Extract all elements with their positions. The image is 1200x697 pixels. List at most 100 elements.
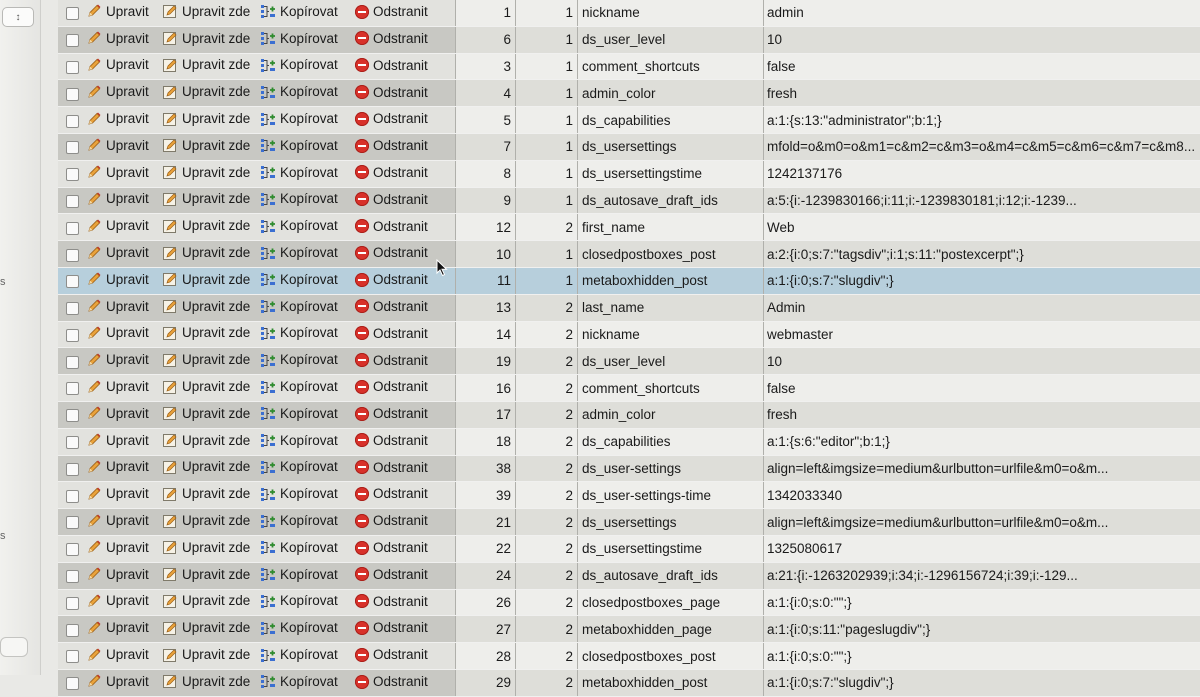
edit-button[interactable]: Upravit — [86, 57, 149, 73]
edit-button[interactable]: Upravit — [86, 218, 149, 234]
edit-button[interactable]: Upravit — [86, 271, 149, 287]
delete-button[interactable]: Odstranit — [355, 540, 428, 555]
edit-button[interactable]: Upravit — [86, 298, 149, 314]
copy-button[interactable]: Kopírovat — [260, 298, 338, 314]
delete-button[interactable]: Odstranit — [355, 647, 428, 662]
edit-button[interactable]: Upravit — [86, 539, 149, 555]
copy-button[interactable]: Kopírovat — [260, 486, 338, 502]
inline-edit-button[interactable]: Upravit zde — [162, 271, 250, 287]
copy-button[interactable]: Kopírovat — [260, 513, 338, 529]
inline-edit-button[interactable]: Upravit zde — [162, 352, 250, 368]
row-checkbox[interactable] — [66, 249, 79, 262]
copy-button[interactable]: Kopírovat — [260, 566, 338, 582]
inline-edit-button[interactable]: Upravit zde — [162, 298, 250, 314]
delete-button[interactable]: Odstranit — [355, 165, 428, 180]
inline-edit-button[interactable]: Upravit zde — [162, 325, 250, 341]
delete-button[interactable]: Odstranit — [355, 567, 428, 582]
row-checkbox[interactable] — [66, 436, 79, 449]
copy-button[interactable]: Kopírovat — [260, 620, 338, 636]
row-checkbox[interactable] — [66, 650, 79, 663]
inline-edit-button[interactable]: Upravit zde — [162, 111, 250, 127]
inline-edit-button[interactable]: Upravit zde — [162, 245, 250, 261]
row-checkbox[interactable] — [66, 677, 79, 690]
edit-button[interactable]: Upravit — [86, 673, 149, 689]
row-checkbox[interactable] — [66, 382, 79, 395]
inline-edit-button[interactable]: Upravit zde — [162, 57, 250, 73]
row-checkbox[interactable] — [66, 329, 79, 342]
copy-button[interactable]: Kopírovat — [260, 164, 338, 180]
edit-button[interactable]: Upravit — [86, 432, 149, 448]
edit-button[interactable]: Upravit — [86, 593, 149, 609]
delete-button[interactable]: Odstranit — [355, 138, 428, 153]
delete-button[interactable]: Odstranit — [355, 299, 428, 314]
inline-edit-button[interactable]: Upravit zde — [162, 137, 250, 153]
inline-edit-button[interactable]: Upravit zde — [162, 164, 250, 180]
delete-button[interactable]: Odstranit — [355, 219, 428, 234]
delete-button[interactable]: Odstranit — [355, 433, 428, 448]
inline-edit-button[interactable]: Upravit zde — [162, 647, 250, 663]
edit-button[interactable]: Upravit — [86, 647, 149, 663]
row-checkbox[interactable] — [66, 463, 79, 476]
row-checkbox[interactable] — [66, 275, 79, 288]
inline-edit-button[interactable]: Upravit zde — [162, 218, 250, 234]
edit-button[interactable]: Upravit — [86, 566, 149, 582]
copy-button[interactable]: Kopírovat — [260, 325, 338, 341]
copy-button[interactable]: Kopírovat — [260, 379, 338, 395]
inline-edit-button[interactable]: Upravit zde — [162, 459, 250, 475]
copy-button[interactable]: Kopírovat — [260, 245, 338, 261]
inline-edit-button[interactable]: Upravit zde — [162, 191, 250, 207]
row-checkbox[interactable] — [66, 624, 79, 637]
delete-button[interactable]: Odstranit — [355, 85, 428, 100]
delete-button[interactable]: Odstranit — [355, 192, 428, 207]
sidebar-pill-button[interactable] — [0, 637, 28, 657]
edit-button[interactable]: Upravit — [86, 245, 149, 261]
copy-button[interactable]: Kopírovat — [260, 3, 338, 19]
delete-button[interactable]: Odstranit — [355, 620, 428, 635]
copy-button[interactable]: Kopírovat — [260, 593, 338, 609]
edit-button[interactable]: Upravit — [86, 84, 149, 100]
inline-edit-button[interactable]: Upravit zde — [162, 3, 250, 19]
edit-button[interactable]: Upravit — [86, 30, 149, 46]
edit-button[interactable]: Upravit — [86, 325, 149, 341]
copy-button[interactable]: Kopírovat — [260, 218, 338, 234]
row-checkbox[interactable] — [66, 88, 79, 101]
edit-button[interactable]: Upravit — [86, 513, 149, 529]
row-checkbox[interactable] — [66, 302, 79, 315]
copy-button[interactable]: Kopírovat — [260, 57, 338, 73]
inline-edit-button[interactable]: Upravit zde — [162, 593, 250, 609]
inline-edit-button[interactable]: Upravit zde — [162, 379, 250, 395]
row-checkbox[interactable] — [66, 7, 79, 20]
row-checkbox[interactable] — [66, 597, 79, 610]
copy-button[interactable]: Kopírovat — [260, 84, 338, 100]
delete-button[interactable]: Odstranit — [355, 245, 428, 260]
row-checkbox[interactable] — [66, 409, 79, 422]
row-checkbox[interactable] — [66, 141, 79, 154]
row-checkbox[interactable] — [66, 168, 79, 181]
delete-button[interactable]: Odstranit — [355, 460, 428, 475]
edit-button[interactable]: Upravit — [86, 352, 149, 368]
edit-button[interactable]: Upravit — [86, 620, 149, 636]
inline-edit-button[interactable]: Upravit zde — [162, 30, 250, 46]
copy-button[interactable]: Kopírovat — [260, 539, 338, 555]
row-checkbox[interactable] — [66, 34, 79, 47]
edit-button[interactable]: Upravit — [86, 191, 149, 207]
panel-stepper[interactable]: ↕ — [2, 7, 34, 27]
row-checkbox[interactable] — [66, 195, 79, 208]
edit-button[interactable]: Upravit — [86, 459, 149, 475]
copy-button[interactable]: Kopírovat — [260, 111, 338, 127]
row-checkbox[interactable] — [66, 543, 79, 556]
delete-button[interactable]: Odstranit — [355, 58, 428, 73]
copy-button[interactable]: Kopírovat — [260, 191, 338, 207]
copy-button[interactable]: Kopírovat — [260, 432, 338, 448]
copy-button[interactable]: Kopírovat — [260, 352, 338, 368]
edit-button[interactable]: Upravit — [86, 405, 149, 421]
inline-edit-button[interactable]: Upravit zde — [162, 84, 250, 100]
copy-button[interactable]: Kopírovat — [260, 459, 338, 475]
inline-edit-button[interactable]: Upravit zde — [162, 405, 250, 421]
delete-button[interactable]: Odstranit — [355, 594, 428, 609]
inline-edit-button[interactable]: Upravit zde — [162, 432, 250, 448]
copy-button[interactable]: Kopírovat — [260, 405, 338, 421]
edit-button[interactable]: Upravit — [86, 486, 149, 502]
delete-button[interactable]: Odstranit — [355, 272, 428, 287]
row-checkbox[interactable] — [66, 570, 79, 583]
